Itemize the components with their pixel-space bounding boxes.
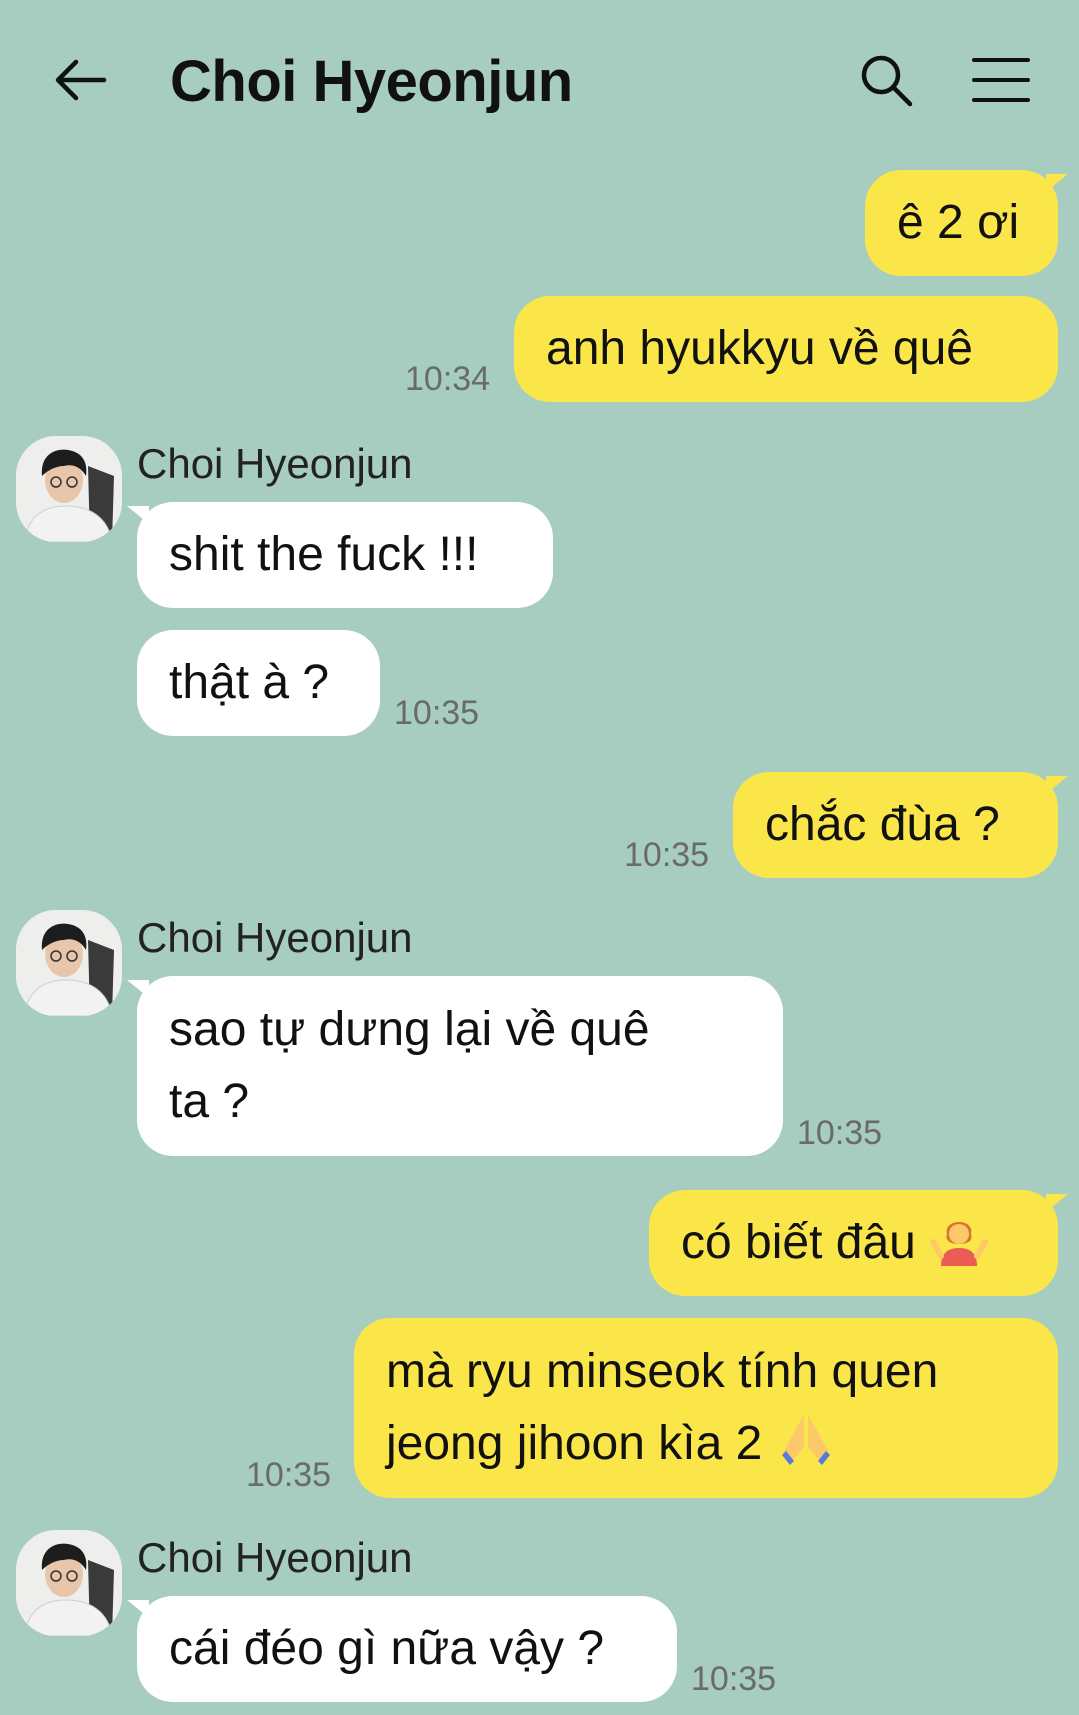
incoming-message[interactable]: sao tự dưng lại về quê ta ? (127, 976, 783, 1156)
back-button[interactable] (52, 56, 108, 104)
sender-name: Choi Hyeonjun (137, 440, 413, 487)
avatar[interactable] (16, 910, 122, 1016)
message-text: shit the fuck !!! (169, 528, 479, 581)
message-text: có biết đâu (681, 1216, 916, 1269)
outgoing-message[interactable]: mà ryu minseok tính quen jeong jihoon kì… (354, 1318, 1058, 1498)
chat-title: Choi Hyeonjun (170, 49, 573, 114)
message-text: chắc đùa ? (765, 798, 1000, 851)
menu-icon (972, 58, 1030, 102)
back-arrow-icon (55, 59, 107, 101)
avatar[interactable] (16, 436, 122, 542)
outgoing-message[interactable]: có biết đâu (649, 1190, 1068, 1298)
message-line: jeong jihoon kìa 2 (386, 1417, 763, 1470)
message-line: ta ? (169, 1075, 250, 1128)
incoming-message[interactable]: thật à ? (137, 630, 380, 736)
outgoing-message[interactable]: anh hyukkyu về quê (514, 296, 1058, 402)
message-timestamp: 10:35 (394, 694, 480, 732)
message-text: anh hyukkyu về quê (546, 322, 973, 375)
chat-header: Choi Hyeonjun (0, 0, 1079, 160)
menu-button[interactable] (972, 56, 1030, 104)
message-text: cái đéo gì nữa vậy ? (169, 1622, 605, 1675)
message-timestamp: 10:35 (246, 1456, 332, 1494)
profile-photo-icon (16, 1530, 122, 1636)
person-shrugging-icon (929, 1192, 989, 1298)
incoming-message[interactable]: shit the fuck !!! (127, 502, 553, 608)
message-timestamp: 10:35 (797, 1114, 883, 1152)
avatar[interactable] (16, 1530, 122, 1636)
outgoing-message[interactable]: ê 2 ơi (865, 170, 1068, 276)
profile-photo-icon (16, 436, 122, 542)
folded-hands-icon (776, 1410, 836, 1482)
message-line: mà ryu minseok tính quen (386, 1345, 939, 1398)
search-button[interactable] (858, 52, 914, 108)
message-line: sao tự dưng lại về quê (169, 1003, 650, 1056)
sender-name: Choi Hyeonjun (137, 1534, 413, 1581)
incoming-message[interactable]: cái đéo gì nữa vậy ? (127, 1596, 677, 1702)
message-text: ê 2 ơi (897, 196, 1020, 249)
search-icon (861, 55, 913, 107)
sender-name: Choi Hyeonjun (137, 914, 413, 961)
message-timestamp: 10:35 (691, 1660, 777, 1698)
message-timestamp: 10:34 (405, 360, 491, 398)
outgoing-message[interactable]: chắc đùa ? (733, 772, 1068, 878)
profile-photo-icon (16, 910, 122, 1016)
message-timestamp: 10:35 (624, 836, 710, 874)
message-text: thật à ? (169, 656, 330, 709)
